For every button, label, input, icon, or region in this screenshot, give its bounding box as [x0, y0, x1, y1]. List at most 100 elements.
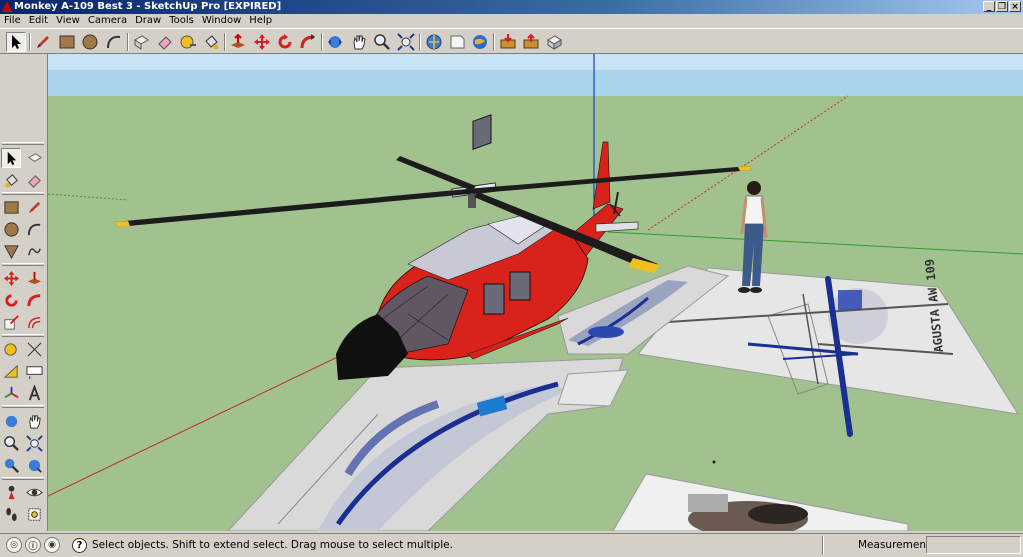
circle-icon [82, 34, 98, 50]
arrow-cursor-icon [7, 151, 16, 165]
arc-left[interactable] [24, 219, 44, 239]
scale-icon [3, 314, 19, 330]
dimension-left[interactable] [24, 339, 44, 359]
arc-icon [107, 35, 121, 49]
orbit-left[interactable] [1, 411, 21, 431]
position-camera-left[interactable] [1, 482, 21, 502]
move-tool-button[interactable] [252, 32, 272, 52]
document-icon [450, 35, 465, 49]
globe-icon [426, 34, 442, 50]
paint-bucket-left[interactable] [1, 170, 21, 190]
help-icon[interactable]: ? [72, 538, 87, 553]
pan-left[interactable] [24, 411, 44, 431]
arrow-cursor-icon [12, 35, 21, 49]
rotate-icon [4, 293, 18, 307]
eraser-left[interactable] [24, 170, 44, 190]
menu-camera[interactable]: Camera [84, 14, 131, 28]
zoom-window-left[interactable] [24, 433, 44, 453]
toolbar-grip[interactable] [2, 142, 44, 145]
zoom-tool-button[interactable] [372, 32, 392, 52]
walk-left[interactable] [1, 504, 21, 524]
circle-tool-button[interactable] [80, 32, 100, 52]
move-left[interactable] [1, 268, 21, 288]
polygon-icon [3, 244, 19, 259]
menu-tools[interactable]: Tools [165, 14, 198, 28]
freehand-left[interactable] [24, 241, 44, 261]
make-component-left[interactable] [24, 148, 44, 168]
eraser-tool-button[interactable] [155, 32, 175, 52]
look-around-left[interactable] [24, 482, 44, 502]
component-icon [27, 152, 42, 162]
3d-text-left[interactable] [24, 383, 44, 403]
make-component-button[interactable] [131, 32, 151, 52]
eraser-icon [27, 174, 41, 188]
pencil-tool-button[interactable] [33, 32, 53, 52]
rotate-tool-button[interactable] [275, 32, 295, 52]
select-tool-left[interactable] [1, 148, 21, 168]
offset-left[interactable] [24, 312, 44, 332]
select-tool-button[interactable] [6, 32, 26, 52]
menu-view[interactable]: View [52, 14, 84, 28]
orbit-tool-button[interactable] [325, 32, 345, 52]
rectangle-tool-button[interactable] [57, 32, 77, 52]
move-icon [3, 270, 19, 286]
zoom-left[interactable] [1, 433, 21, 453]
section-plane-left[interactable] [24, 504, 44, 524]
geo-location-icon[interactable]: ◎ [6, 537, 22, 553]
line-left[interactable] [24, 197, 44, 217]
minimize-button[interactable]: _ [983, 1, 995, 12]
menu-bar: File Edit View Camera Draw Tools Window … [0, 14, 1023, 28]
menu-window[interactable]: Window [198, 14, 245, 28]
tape-measure-icon [180, 35, 196, 49]
follow-me-left[interactable] [24, 290, 44, 310]
close-button[interactable]: × [1009, 1, 1021, 12]
earth-icon [473, 35, 487, 49]
main-toolbar [0, 28, 1023, 54]
paint-bucket-button[interactable] [201, 32, 221, 52]
arc-icon [27, 223, 40, 235]
model-viewport[interactable]: AGUSTA AW 109 [47, 54, 1023, 531]
rectangle-left[interactable] [1, 197, 21, 217]
polygon-left[interactable] [1, 241, 21, 261]
next-view-button[interactable] [447, 32, 467, 52]
scale-left[interactable] [1, 312, 21, 332]
push-pull-button[interactable] [228, 32, 248, 52]
scene-canvas[interactable]: AGUSTA AW 109 [48, 54, 1023, 531]
measurements-input[interactable] [926, 536, 1021, 554]
share-component-button[interactable] [544, 32, 564, 52]
title-bar: Monkey A-109 Best 3 - SketchUp Pro [EXPI… [0, 0, 1023, 14]
measurements-label: Measurements [858, 539, 936, 551]
zoom-extents-button[interactable] [396, 32, 416, 52]
tape-measure-button[interactable] [178, 32, 198, 52]
menu-edit[interactable]: Edit [25, 14, 52, 28]
top-view-button[interactable] [470, 32, 490, 52]
get-models-button[interactable] [498, 32, 518, 52]
arc-tool-button[interactable] [104, 32, 124, 52]
push-pull-left[interactable] [24, 268, 44, 288]
window-title: Monkey A-109 Best 3 - SketchUp Pro [EXPI… [14, 1, 282, 12]
previous-view-button[interactable] [424, 32, 444, 52]
zoom-extents-left[interactable] [1, 455, 21, 475]
previous-left[interactable] [24, 455, 44, 475]
menu-draw[interactable]: Draw [131, 14, 165, 28]
rotate-left[interactable] [1, 290, 21, 310]
dimension-icon [27, 342, 41, 356]
magnifier-icon [3, 435, 19, 451]
rectangle-icon [3, 200, 19, 214]
follow-me-icon [26, 293, 40, 306]
share-model-button[interactable] [521, 32, 541, 52]
follow-me-button[interactable] [298, 32, 318, 52]
circle-left[interactable] [1, 219, 21, 239]
credits-icon[interactable]: ⓘ [25, 537, 41, 553]
protractor-left[interactable] [1, 361, 21, 381]
freehand-icon [27, 247, 41, 255]
menu-help[interactable]: Help [245, 14, 276, 28]
tape-measure-left[interactable] [1, 339, 21, 359]
pan-tool-button[interactable] [349, 32, 369, 52]
sketchup-app-icon[interactable] [2, 1, 12, 12]
user-icon[interactable]: ◉ [44, 537, 60, 553]
menu-file[interactable]: File [0, 14, 25, 28]
text-left[interactable] [24, 361, 44, 381]
restore-button[interactable]: ❐ [996, 1, 1008, 12]
axes-left[interactable] [1, 383, 21, 403]
